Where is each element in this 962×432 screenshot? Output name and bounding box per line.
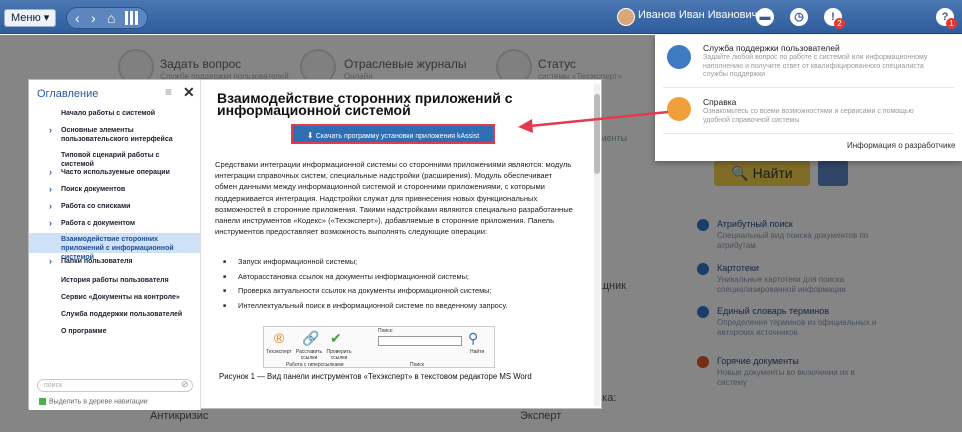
search-icon[interactable]: ⊘ [181, 379, 189, 390]
figure-label: Расставить ссылки [295, 349, 323, 361]
techexpert-logo-icon: ® [274, 330, 285, 346]
figure-group-label: Поиск [410, 362, 424, 368]
toolbar-figure: ® 🔗 ✔ Техэксперт Расставить ссылки Прове… [263, 326, 495, 368]
toc-item[interactable]: Работа с документом [29, 219, 200, 228]
figure-label: Проверить ссылки [326, 349, 352, 361]
help-title[interactable]: Справка [703, 97, 736, 107]
figure-label: Найти [470, 349, 485, 355]
toc-item[interactable]: Работа со списками [29, 202, 200, 211]
developer-info-link[interactable]: Информация о разработчике [847, 141, 955, 150]
toc-item[interactable]: Начало работы с системой [29, 109, 200, 118]
checkbox-label: Выделить в дереве навигации [49, 398, 148, 406]
history-icon[interactable]: ◷ [790, 8, 808, 26]
toc-item[interactable]: Папки пользователя [29, 257, 200, 266]
figure-label: Техэксперт [266, 349, 292, 355]
toc-item[interactable]: О программе [29, 327, 200, 336]
help-content: Взаимодействие сторонних приложений с ин… [201, 80, 603, 410]
figure-caption: Рисунок 1 — Вид панели инструментов «Тех… [219, 372, 532, 381]
toc-item[interactable]: Типовой сценарий работы с системой [29, 151, 200, 169]
support-title[interactable]: Служба поддержки пользователей [703, 43, 840, 53]
content-paragraph: Средствами интеграции информационной сис… [215, 160, 573, 237]
notification-badge: 2 [834, 18, 845, 29]
apps-grid-icon[interactable] [125, 11, 139, 25]
toc-item[interactable]: Поиск документов [29, 185, 200, 194]
divider [663, 87, 954, 88]
page-title: Взаимодействие сторонних приложений с ин… [217, 90, 513, 118]
operations-list: Запуск информационной системы; Авторасст… [223, 255, 583, 314]
check-icon: ✔ [330, 330, 342, 346]
help-badge: 1 [946, 18, 957, 29]
toc-item[interactable]: Сервис «Документы на контроле» [29, 293, 200, 302]
close-icon[interactable]: ✕ [183, 84, 195, 101]
link-icon: 🔗 [302, 330, 320, 346]
download-button[interactable]: Скачать программу установки приложения k… [291, 124, 495, 144]
figure-label: Поиск: [378, 328, 394, 334]
toc-item[interactable]: История работы пользователя [29, 276, 200, 285]
list-item: Проверка актуальности ссылок на документ… [223, 284, 583, 299]
toc-item[interactable]: Основные элементы пользовательского инте… [29, 126, 200, 144]
avatar[interactable] [617, 8, 635, 26]
top-bar: Меню ▾ ‹ › ⌂ Иванов Иван Иванович ▬ ◷ ! … [0, 0, 962, 34]
toc-search-input[interactable]: поиск [37, 379, 193, 392]
checkbox-icon[interactable] [39, 398, 46, 405]
menu-button[interactable]: Меню ▾ [4, 9, 57, 27]
list-item: Авторасстановка ссылок на документы инфо… [223, 270, 583, 285]
toc-sync-checkbox[interactable]: Выделить в дереве навигации [39, 398, 148, 405]
figure-search-field [378, 336, 462, 346]
list-item: Запуск информационной системы; [223, 255, 583, 270]
divider [663, 133, 954, 134]
support-agent-icon [667, 45, 691, 69]
back-icon[interactable]: ‹ [75, 10, 80, 26]
home-icon[interactable]: ⌂ [107, 10, 115, 26]
scrollbar-thumb[interactable] [594, 94, 600, 174]
forward-icon[interactable]: › [91, 10, 96, 26]
toc-item[interactable]: Служба поддержки пользователей [29, 310, 200, 319]
help-dialog: Оглавление ≡ ✕ Начало работы с системой … [28, 79, 603, 410]
help-book-icon [667, 97, 691, 121]
table-of-contents: Оглавление ≡ ✕ Начало работы с системой … [29, 80, 201, 410]
toc-item-active[interactable]: Взаимодействие сторонних приложений с ин… [29, 233, 200, 261]
support-popup: Служба поддержки пользователей Задайте л… [655, 35, 962, 161]
help-desc: Ознакомьтесь со всеми возможностями и се… [703, 108, 914, 124]
toc-item[interactable]: Часто используемые операции [29, 168, 200, 177]
toc-menu-icon[interactable]: ≡ [165, 85, 172, 99]
figure-group-label: Работа с гиперссылками [286, 362, 344, 368]
list-item: Интеллектуальный поиск в информационной … [223, 299, 583, 314]
magnifier-icon: ⚲ [468, 330, 479, 346]
support-desc: Задайте любой вопрос по работе с системо… [703, 54, 928, 78]
user-name[interactable]: Иванов Иван Иванович [638, 9, 757, 21]
toc-heading: Оглавление [37, 88, 99, 100]
folder-icon[interactable]: ▬ [756, 8, 774, 26]
